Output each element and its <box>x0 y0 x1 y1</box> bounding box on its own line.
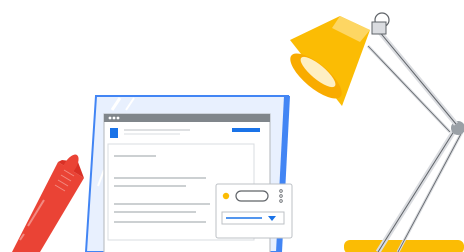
illustration-svg <box>12 12 464 252</box>
desk-lamp-icon <box>290 12 464 252</box>
marker-pen-icon <box>12 154 84 252</box>
illustration-scene <box>0 0 464 252</box>
settings-card-icon <box>215 183 293 239</box>
